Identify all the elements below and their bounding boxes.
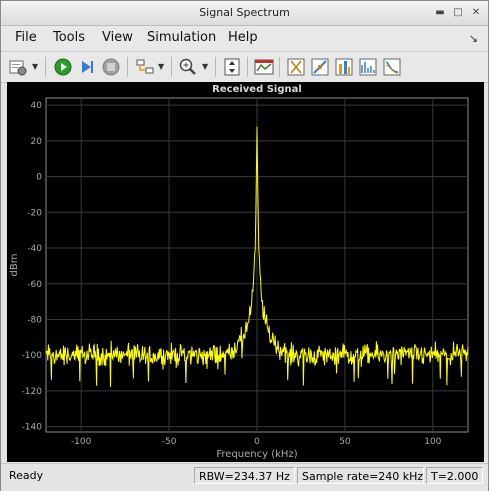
status-sample-rate: Sample rate=240 kHz — [297, 467, 424, 484]
y-axis-label: dBm — [9, 254, 20, 277]
x-axis-label: Frequency (kHz) — [216, 449, 297, 460]
autoscale-icon[interactable] — [221, 56, 243, 78]
y-tick-label: -20 — [27, 208, 42, 218]
menu-file[interactable]: File — [15, 30, 37, 45]
maximize-icon[interactable]: □ — [452, 7, 464, 19]
y-tick-label: -100 — [22, 351, 43, 361]
chart-title: Received Signal — [212, 84, 302, 95]
close-icon[interactable]: ✕ — [470, 7, 482, 19]
configure-dropdown-icon[interactable]: ▼ — [32, 62, 38, 71]
y-tick-label: -80 — [27, 315, 42, 325]
x-tick-label: -100 — [71, 437, 92, 447]
ccdf-icon[interactable] — [381, 56, 403, 78]
status-rbw: RBW=234.37 Hz — [194, 467, 295, 484]
title-bar[interactable]: Signal Spectrum ▬ □ ✕ — [1, 1, 488, 26]
toolbar: ▼ ▼ ▼ — [1, 51, 488, 83]
y-tick-label: 20 — [31, 137, 43, 147]
cursor-icon[interactable] — [285, 56, 307, 78]
distortion-icon[interactable] — [357, 56, 379, 78]
scope-window: Signal Spectrum ▬ □ ✕ File Tools View Si… — [0, 0, 489, 491]
minimize-icon[interactable]: ▬ — [434, 7, 446, 19]
x-tick-label: 50 — [339, 437, 351, 447]
menu-simulation[interactable]: Simulation — [147, 30, 216, 45]
highlight-icon[interactable] — [134, 56, 156, 78]
toolbar-separator — [127, 57, 128, 77]
toolbar-separator — [215, 57, 216, 77]
window-title: Signal Spectrum — [199, 6, 290, 19]
undock-icon[interactable]: ↘ — [469, 32, 478, 45]
run-icon[interactable] — [52, 56, 74, 78]
toolbar-separator — [247, 57, 248, 77]
menu-view[interactable]: View — [102, 30, 133, 45]
y-tick-label: -120 — [22, 387, 43, 397]
menu-bar: File Tools View Simulation Help ↘ — [1, 26, 488, 50]
peak-icon[interactable] — [333, 56, 355, 78]
spectrum-plot-panel: Received Signal -100 -50 0 50 100 40 20 0 -20 -40 -… — [7, 82, 484, 462]
toolbar-separator — [45, 57, 46, 77]
y-tick-label: -60 — [27, 280, 42, 290]
y-tick-label: 40 — [31, 101, 43, 111]
menu-help[interactable]: Help — [228, 30, 258, 45]
y-tick-label: -140 — [22, 423, 43, 433]
zoom-dropdown-icon[interactable]: ▼ — [202, 62, 208, 71]
measure-icon[interactable] — [253, 56, 275, 78]
x-tick-label: -50 — [162, 437, 177, 447]
toolbar-separator — [279, 57, 280, 77]
y-tick-label: -40 — [27, 244, 42, 254]
status-bar: Ready RBW=234.37 Hz Sample rate=240 kHz … — [1, 463, 488, 491]
status-time: T=2.000 — [426, 467, 483, 484]
status-ready: Ready — [9, 469, 44, 482]
x-tick-label: 100 — [424, 437, 441, 447]
x-tick-label: 0 — [254, 437, 260, 447]
step-icon[interactable] — [76, 56, 98, 78]
marker-icon[interactable] — [309, 56, 331, 78]
spectrum-plot[interactable]: Received Signal -100 -50 0 50 100 40 20 0 -20 -40 -… — [7, 82, 484, 462]
toolbar-separator — [171, 57, 172, 77]
stop-icon[interactable] — [100, 56, 122, 78]
configure-icon[interactable] — [7, 56, 29, 78]
zoom-icon[interactable] — [177, 56, 199, 78]
highlight-dropdown-icon[interactable]: ▼ — [158, 62, 164, 71]
menu-tools[interactable]: Tools — [53, 30, 85, 45]
y-tick-label: 0 — [36, 173, 42, 183]
